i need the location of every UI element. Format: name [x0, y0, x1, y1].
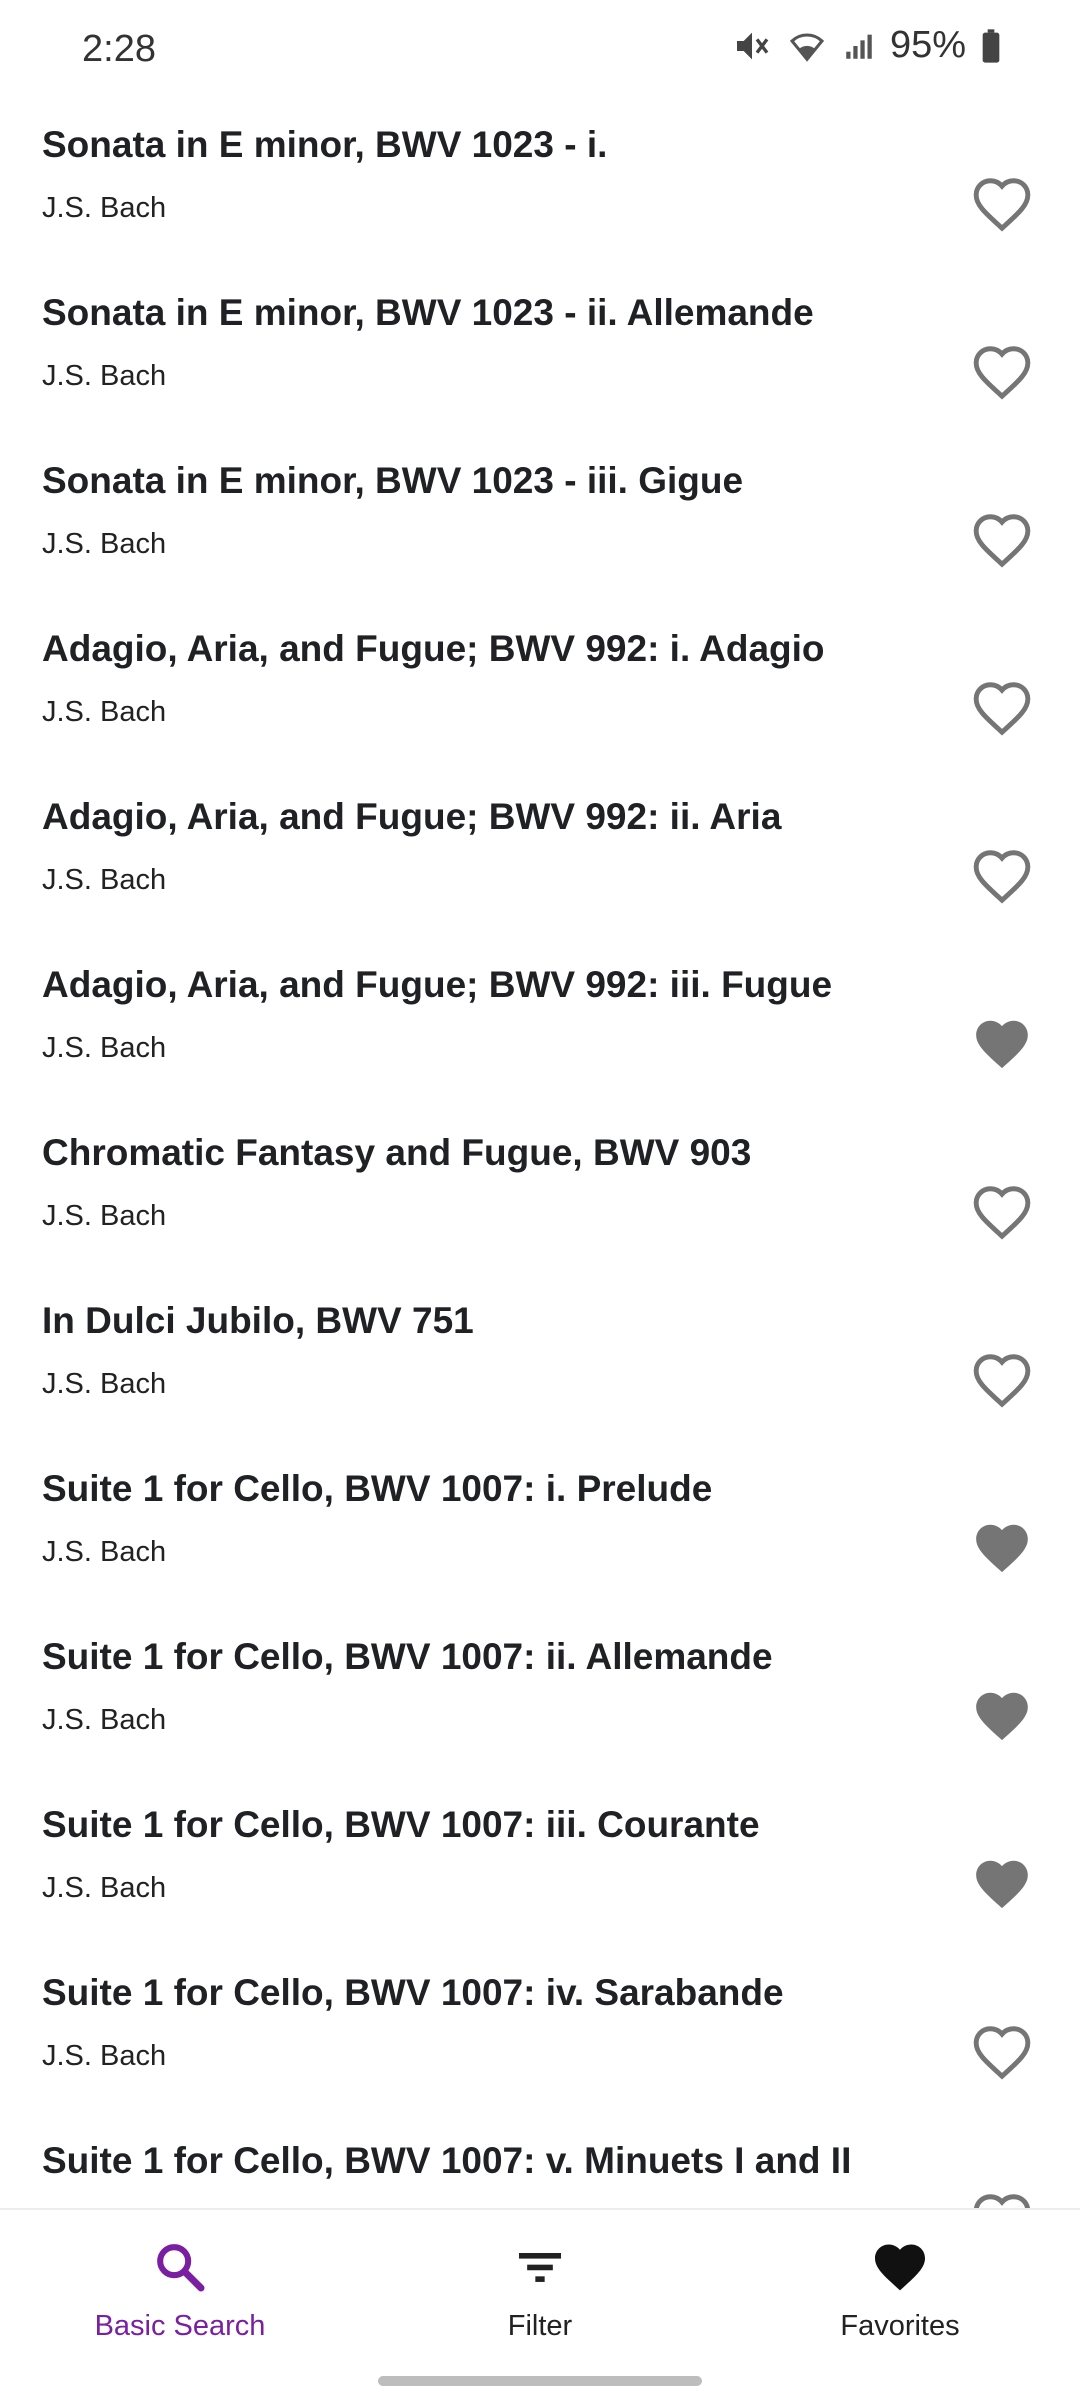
song-artist: J.S. Bach [42, 1032, 167, 1064]
nav-basic-search[interactable]: Basic Search [50, 2236, 310, 2343]
song-title: In Dulci Jubilo, BWV 751 [42, 1300, 474, 1341]
nav-favorites[interactable]: Favorites [770, 2236, 1030, 2343]
mute-icon [732, 26, 772, 66]
list-item[interactable]: Sonata in E minor, BWV 1023 - ii. Allema… [0, 268, 1080, 436]
favorite-heart-filled-icon[interactable] [968, 1514, 1036, 1582]
song-artist: J.S. Bach [42, 1536, 167, 1568]
list-item[interactable]: Suite 1 for Cello, BWV 1007: iv. Saraban… [0, 1948, 1080, 2116]
battery-icon [980, 26, 1002, 66]
favorite-heart-outline-icon[interactable] [968, 338, 1036, 406]
song-title: Suite 1 for Cello, BWV 1007: i. Prelude [42, 1468, 713, 1509]
list-item[interactable]: Adagio, Aria, and Fugue; BWV 992: iii. F… [0, 940, 1080, 1108]
nav-label: Favorites [840, 2310, 960, 2342]
song-artist: J.S. Bach [42, 1368, 167, 1400]
favorite-heart-outline-icon[interactable] [968, 674, 1036, 742]
list-item[interactable]: Suite 1 for Cello, BWV 1007: ii. Alleman… [0, 1612, 1080, 1780]
song-artist: J.S. Bach [42, 1704, 167, 1736]
song-artist: J.S. Bach [42, 1872, 167, 1904]
song-artist: J.S. Bach [42, 2040, 167, 2072]
song-artist: J.S. Bach [42, 528, 167, 560]
song-title: Sonata in E minor, BWV 1023 - i. [42, 124, 608, 165]
filter-icon [512, 2236, 568, 2298]
list-item[interactable]: Sonata in E minor, BWV 1023 - i. J.S. Bac… [0, 100, 1080, 268]
favorite-heart-outline-icon[interactable] [968, 506, 1036, 574]
search-icon [152, 2236, 208, 2298]
song-title: Suite 1 for Cello, BWV 1007: iv. Saraban… [42, 1972, 784, 2013]
song-artist: J.S. Bach [42, 192, 167, 224]
song-title: Adagio, Aria, and Fugue; BWV 992: ii. Ar… [42, 796, 782, 837]
heart-icon [870, 2236, 930, 2298]
favorite-heart-outline-icon[interactable] [968, 842, 1036, 910]
list-item[interactable]: Suite 1 for Cello, BWV 1007: v. Minuets … [0, 2116, 1080, 2208]
favorite-heart-outline-icon[interactable] [968, 2186, 1036, 2208]
list-item[interactable]: Adagio, Aria, and Fugue; BWV 992: ii. Ar… [0, 772, 1080, 940]
song-artist: J.S. Bach [42, 696, 167, 728]
gesture-bar[interactable] [378, 2376, 702, 2386]
song-title: Chromatic Fantasy and Fugue, BWV 903 [42, 1132, 752, 1173]
song-title: Suite 1 for Cello, BWV 1007: iii. Couran… [42, 1804, 760, 1845]
list-item[interactable]: Suite 1 for Cello, BWV 1007: iii. Couran… [0, 1780, 1080, 1948]
song-title: Suite 1 for Cello, BWV 1007: ii. Alleman… [42, 1636, 773, 1677]
nav-label: Filter [507, 2310, 573, 2342]
song-title: Sonata in E minor, BWV 1023 - iii. Gigue [42, 460, 744, 501]
song-artist: J.S. Bach [42, 1200, 167, 1232]
song-title: Sonata in E minor, BWV 1023 - ii. Allema… [42, 292, 814, 333]
list-item[interactable]: In Dulci Jubilo, BWV 751 J.S. Bach [0, 1276, 1080, 1444]
favorite-heart-outline-icon[interactable] [968, 2018, 1036, 2086]
list-item[interactable]: Adagio, Aria, and Fugue; BWV 992: i. Ada… [0, 604, 1080, 772]
song-artist: J.S. Bach [42, 360, 167, 392]
favorite-heart-filled-icon[interactable] [968, 1850, 1036, 1918]
status-bar: 2:28 95% [0, 0, 1080, 100]
favorite-heart-outline-icon[interactable] [968, 1346, 1036, 1414]
signal-icon [842, 26, 876, 66]
song-title: Adagio, Aria, and Fugue; BWV 992: iii. F… [42, 964, 833, 1005]
status-icons: 95% [732, 24, 1002, 67]
favorite-heart-filled-icon[interactable] [968, 1010, 1036, 1078]
status-time: 2:28 [82, 28, 156, 70]
favorite-heart-outline-icon[interactable] [968, 170, 1036, 238]
nav-filter[interactable]: Filter [410, 2236, 670, 2343]
bottom-navigation: Basic Search Filter Favorites [0, 2208, 1080, 2402]
list-item[interactable]: Suite 1 for Cello, BWV 1007: i. Prelude J… [0, 1444, 1080, 1612]
list-item[interactable]: Sonata in E minor, BWV 1023 - iii. Gigue… [0, 436, 1080, 604]
favorite-heart-outline-icon[interactable] [968, 1178, 1036, 1246]
song-title: Suite 1 for Cello, BWV 1007: v. Minuets … [42, 2140, 852, 2181]
nav-label: Basic Search [94, 2310, 266, 2342]
battery-percent: 95% [889, 24, 966, 66]
wifi-icon [786, 26, 828, 66]
song-title: Adagio, Aria, and Fugue; BWV 992: i. Ada… [42, 628, 825, 669]
song-list[interactable]: Sonata in E minor, BWV 1023 - i. J.S. Bac… [0, 100, 1080, 2208]
list-item[interactable]: Chromatic Fantasy and Fugue, BWV 903 J.S.… [0, 1108, 1080, 1276]
favorite-heart-filled-icon[interactable] [968, 1682, 1036, 1750]
song-artist: J.S. Bach [42, 864, 167, 896]
